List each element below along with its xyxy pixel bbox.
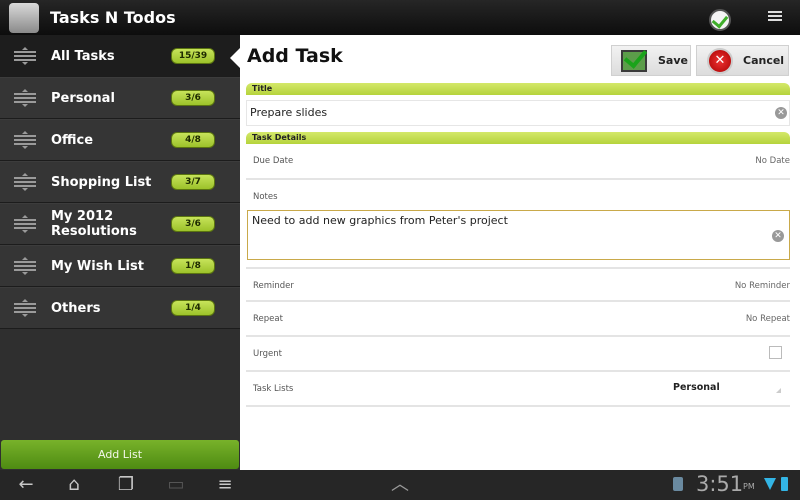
task-count-badge: 1/4 — [171, 300, 215, 316]
repeat-value: No Repeat — [745, 314, 790, 324]
chevron-up-icon[interactable]: ︿ — [388, 475, 412, 495]
save-button[interactable]: Save — [611, 45, 691, 76]
app-logo-icon[interactable] — [9, 2, 731, 33]
task-count-badge: 3/6 — [171, 216, 215, 232]
checkmark-icon — [621, 49, 647, 72]
drag-handle-icon[interactable] — [14, 215, 36, 233]
drag-handle-icon[interactable] — [14, 89, 36, 107]
drag-handle-icon[interactable] — [14, 131, 36, 149]
cancel-label: Cancel — [743, 54, 785, 67]
task-count-badge: 3/7 — [171, 174, 215, 190]
due-date-value: No Date — [755, 156, 790, 166]
home-icon[interactable]: ⌂ — [60, 475, 88, 495]
clock-time[interactable]: 3:51 — [696, 472, 743, 496]
notes-textarea[interactable]: Need to add new graphics from Peter's pr… — [247, 210, 790, 260]
due-date-label: Due Date — [253, 156, 294, 166]
reminder-value: No Reminder — [734, 281, 790, 291]
sidebar-item-personal[interactable]: Personal 3/6 — [0, 77, 240, 119]
list-label: Others — [51, 300, 101, 316]
due-date-row[interactable]: Due Date No Date — [246, 145, 790, 180]
list-label: My Wish List — [51, 258, 144, 274]
drag-handle-icon[interactable] — [14, 47, 36, 65]
title-input[interactable]: Prepare slides — [246, 100, 790, 126]
list-label: Shopping List — [51, 174, 152, 190]
task-count-badge: 1/8 — [171, 258, 215, 274]
task-count-badge: 3/6 — [171, 90, 215, 106]
add-list-button[interactable]: Add List — [1, 440, 239, 469]
sidebar-item-others[interactable]: Others 1/4 — [0, 287, 240, 329]
task-lists-row: Task Lists Personal — [246, 372, 790, 407]
drag-handle-icon[interactable] — [14, 257, 36, 275]
cancel-button[interactable]: ✕ Cancel — [696, 45, 789, 76]
sidebar-item-wish-list[interactable]: My Wish List 1/8 — [0, 245, 240, 287]
list-label: My 2012 Resolutions — [51, 209, 137, 239]
overflow-menu-icon[interactable] — [768, 11, 782, 23]
page-title: Add Task — [247, 45, 343, 67]
recent-apps-icon[interactable]: ❐ — [114, 475, 138, 495]
task-count-badge: 4/8 — [171, 132, 215, 148]
clock-ampm: PM — [743, 482, 755, 491]
close-icon: ✕ — [707, 47, 733, 74]
list-label: All Tasks — [51, 48, 115, 64]
list-label: Office — [51, 132, 94, 148]
add-task-panel: Add Task Save ✕ Cancel Title Prepare sli… — [240, 35, 800, 470]
task-count-badge: 15/39 — [171, 48, 215, 64]
screenshot-icon[interactable]: ▭ — [164, 475, 188, 495]
repeat-row[interactable]: Repeat No Repeat — [246, 302, 790, 337]
drag-handle-icon[interactable] — [14, 173, 36, 191]
save-label: Save — [658, 54, 688, 67]
task-list-dropdown[interactable]: Personal — [670, 378, 785, 398]
repeat-label: Repeat — [253, 314, 283, 324]
app-title: Tasks N Todos — [50, 8, 176, 27]
task-lists-label: Task Lists — [253, 384, 294, 394]
action-bar: Tasks N Todos — [0, 0, 800, 35]
sidebar-item-resolutions[interactable]: My 2012 Resolutions 3/6 — [0, 203, 240, 245]
system-navigation-bar: ← ⌂ ❐ ▭ ≡ ︿ 3:51 PM — [0, 470, 800, 500]
sidebar-item-all-tasks[interactable]: All Tasks 15/39 — [0, 35, 241, 77]
urgent-checkbox[interactable] — [769, 346, 782, 359]
urgent-label: Urgent — [253, 349, 282, 359]
sidebar-item-office[interactable]: Office 4/8 — [0, 119, 240, 161]
menu-icon[interactable]: ≡ — [213, 475, 237, 495]
clear-title-icon[interactable]: ✕ — [775, 107, 787, 119]
task-list-sidebar: All Tasks 15/39 Personal 3/6 Office 4/8 … — [0, 35, 241, 470]
wifi-icon — [764, 478, 776, 490]
clear-notes-icon[interactable]: ✕ — [772, 230, 784, 242]
list-label: Personal — [51, 90, 115, 106]
drag-handle-icon[interactable] — [14, 299, 36, 317]
urgent-row: Urgent — [246, 337, 790, 372]
section-header-title: Title — [246, 83, 790, 95]
back-icon[interactable]: ← — [14, 475, 38, 495]
battery-icon — [781, 477, 788, 491]
reminder-row[interactable]: Reminder No Reminder — [246, 267, 790, 302]
section-header-task-details: Task Details — [246, 132, 790, 144]
notes-label: Notes — [253, 192, 278, 202]
sidebar-item-shopping-list[interactable]: Shopping List 3/7 — [0, 161, 240, 203]
reminder-label: Reminder — [253, 281, 294, 291]
android-notification-icon[interactable] — [673, 477, 683, 491]
